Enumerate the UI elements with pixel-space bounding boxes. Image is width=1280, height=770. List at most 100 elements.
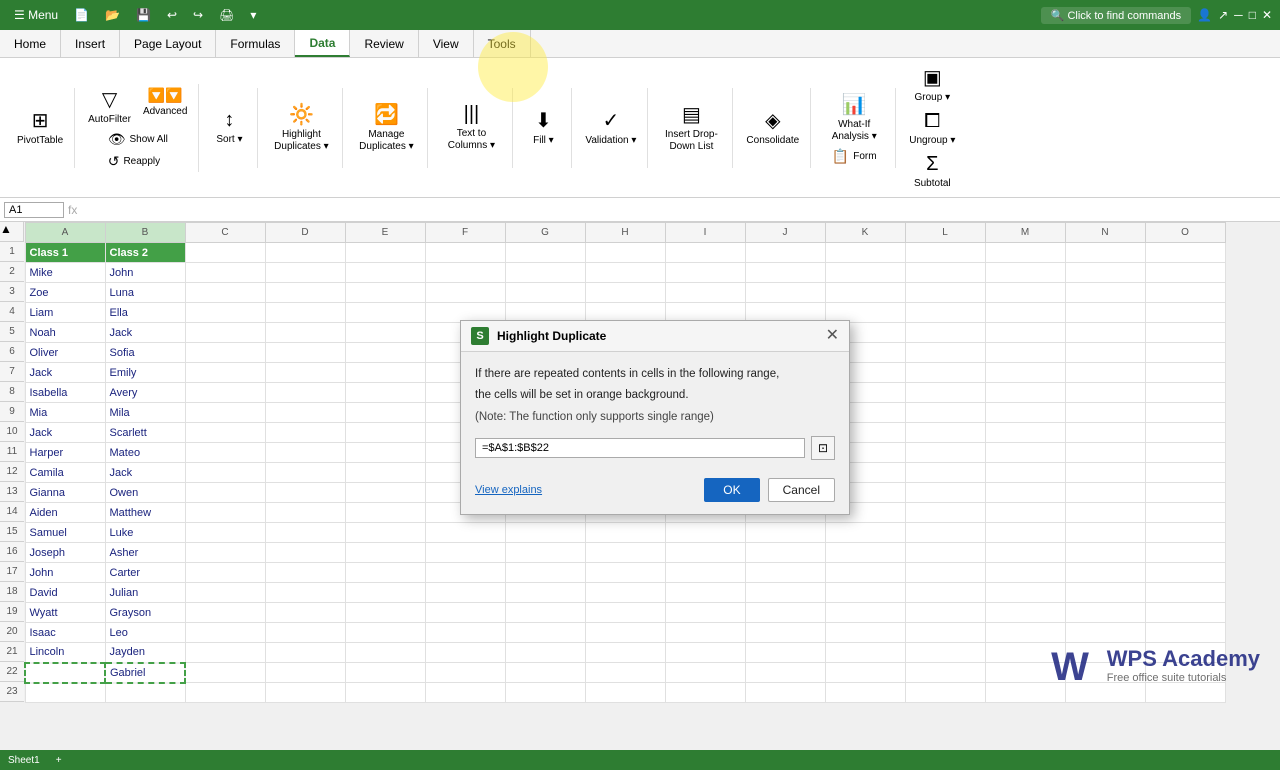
share-icon[interactable]: ↗ bbox=[1218, 8, 1228, 22]
consolidate-button[interactable]: ◈ Consolidate bbox=[741, 105, 804, 150]
col-header-i[interactable]: I bbox=[665, 223, 745, 243]
advanced-filter-button[interactable]: 🔽🔽 Advanced bbox=[138, 84, 192, 129]
new-button[interactable]: 📄 bbox=[68, 6, 95, 24]
col-header-e[interactable]: E bbox=[345, 223, 425, 243]
highlight-duplicates-button[interactable]: 🔆 Highlight Duplicates ▾ bbox=[266, 99, 336, 156]
col-header-c[interactable]: C bbox=[185, 223, 265, 243]
cell-a11[interactable]: Harper bbox=[25, 443, 105, 463]
row-header-3[interactable]: 3 bbox=[0, 282, 24, 302]
group-button[interactable]: ▣ Group ▾ bbox=[910, 62, 956, 107]
menu-bar[interactable]: ☰ Menu 📄 📂 💾 ↩ ↪ 🖨 ▾ bbox=[8, 6, 262, 24]
row-header-2[interactable]: 2 bbox=[0, 262, 24, 282]
row-header-22[interactable]: 22 bbox=[0, 662, 24, 682]
whatif-button[interactable]: 📊 What-If Analysis ▾ bbox=[819, 89, 889, 146]
cell-b6[interactable]: Sofia bbox=[105, 343, 185, 363]
cell-a12[interactable]: Camila bbox=[25, 463, 105, 483]
col-header-g[interactable]: G bbox=[505, 223, 585, 243]
col-header-f[interactable]: F bbox=[425, 223, 505, 243]
cell-b4[interactable]: Ella bbox=[105, 303, 185, 323]
cell-a22[interactable] bbox=[25, 663, 105, 683]
pivot-table-button[interactable]: ⊞ PivotTable bbox=[12, 105, 68, 150]
form-button[interactable]: 📋 Form bbox=[828, 146, 881, 167]
cell-b9[interactable]: Mila bbox=[105, 403, 185, 423]
cell-a1[interactable]: Class 1 bbox=[25, 243, 105, 263]
cell-b7[interactable]: Emily bbox=[105, 363, 185, 383]
cell-b17[interactable]: Carter bbox=[105, 563, 185, 583]
cell-a7[interactable]: Jack bbox=[25, 363, 105, 383]
cell-b11[interactable]: Mateo bbox=[105, 443, 185, 463]
dialog-close-button[interactable]: ✕ bbox=[826, 328, 839, 344]
cell-b21[interactable]: Jayden bbox=[105, 643, 185, 663]
row-header-14[interactable]: 14 bbox=[0, 502, 24, 522]
view-explains-button[interactable]: View explains bbox=[475, 484, 542, 496]
row-header-13[interactable]: 13 bbox=[0, 482, 24, 502]
tab-home[interactable]: Home bbox=[0, 30, 61, 57]
cell-b16[interactable]: Asher bbox=[105, 543, 185, 563]
sheet-tab[interactable]: Sheet1 bbox=[8, 755, 40, 766]
cell-a18[interactable]: David bbox=[25, 583, 105, 603]
tab-pagelayout[interactable]: Page Layout bbox=[120, 30, 216, 57]
print-button[interactable]: 🖨 bbox=[213, 6, 240, 24]
tab-formulas[interactable]: Formulas bbox=[216, 30, 295, 57]
search-box[interactable]: 🔍 Click to find commands bbox=[1041, 7, 1191, 24]
insert-dropdown-button[interactable]: ▤ Insert Drop-Down List bbox=[656, 99, 726, 156]
row-header-8[interactable]: 8 bbox=[0, 382, 24, 402]
row-header-4[interactable]: 4 bbox=[0, 302, 24, 322]
open-button[interactable]: 📂 bbox=[99, 6, 126, 24]
sort-button[interactable]: ↕ Sort ▾ bbox=[207, 106, 251, 149]
highlight-duplicate-dialog[interactable]: S Highlight Duplicate ✕ If there are rep… bbox=[460, 320, 850, 515]
cell-b12[interactable]: Jack bbox=[105, 463, 185, 483]
row-header-10[interactable]: 10 bbox=[0, 422, 24, 442]
col-header-k[interactable]: K bbox=[825, 223, 905, 243]
cell-b18[interactable]: Julian bbox=[105, 583, 185, 603]
cell-b5[interactable]: Jack bbox=[105, 323, 185, 343]
cell-c1[interactable] bbox=[185, 243, 265, 263]
reapply-button[interactable]: ↺ Reapply bbox=[104, 151, 172, 172]
autofilter-button[interactable]: ▽ AutoFilter bbox=[83, 84, 136, 129]
minimize-button[interactable]: ─ bbox=[1234, 8, 1243, 22]
cell-a9[interactable]: Mia bbox=[25, 403, 105, 423]
cell-b23[interactable] bbox=[105, 683, 185, 703]
user-icon[interactable]: 👤 bbox=[1197, 8, 1212, 22]
cell-b13[interactable]: Owen bbox=[105, 483, 185, 503]
cell-a17[interactable]: John bbox=[25, 563, 105, 583]
col-header-a[interactable]: A bbox=[25, 223, 105, 243]
cell-b3[interactable]: Luna bbox=[105, 283, 185, 303]
cell-b20[interactable]: Leo bbox=[105, 623, 185, 643]
row-header-11[interactable]: 11 bbox=[0, 442, 24, 462]
cell-b8[interactable]: Avery bbox=[105, 383, 185, 403]
cell-a14[interactable]: Aiden bbox=[25, 503, 105, 523]
subtotal-button[interactable]: Σ Subtotal bbox=[909, 150, 956, 193]
row-header-17[interactable]: 17 bbox=[0, 562, 24, 582]
fill-button[interactable]: ⬇ Fill ▾ bbox=[521, 105, 565, 150]
cell-a5[interactable]: Noah bbox=[25, 323, 105, 343]
cell-b2[interactable]: John bbox=[105, 263, 185, 283]
dialog-range-selector-button[interactable]: ⊡ bbox=[811, 436, 835, 460]
cell-a15[interactable]: Samuel bbox=[25, 523, 105, 543]
tab-insert[interactable]: Insert bbox=[61, 30, 120, 57]
tab-view[interactable]: View bbox=[419, 30, 474, 57]
cell-a13[interactable]: Gianna bbox=[25, 483, 105, 503]
formula-input[interactable] bbox=[81, 204, 1276, 216]
validation-button[interactable]: ✓ Validation ▾ bbox=[580, 105, 641, 150]
manage-duplicates-button[interactable]: 🔁 Manage Duplicates ▾ bbox=[351, 99, 421, 156]
cell-b22[interactable]: Gabriel bbox=[105, 663, 185, 683]
row-header-15[interactable]: 15 bbox=[0, 522, 24, 542]
dialog-range-input[interactable] bbox=[475, 438, 805, 458]
cell-b1[interactable]: Class 2 bbox=[105, 243, 185, 263]
cell-a3[interactable]: Zoe bbox=[25, 283, 105, 303]
cell-a4[interactable]: Liam bbox=[25, 303, 105, 323]
cell-ref-input[interactable] bbox=[4, 202, 64, 218]
add-sheet-button[interactable]: + bbox=[56, 755, 62, 766]
row-header-6[interactable]: 6 bbox=[0, 342, 24, 362]
col-header-o[interactable]: O bbox=[1145, 223, 1225, 243]
row-header-23[interactable]: 23 bbox=[0, 682, 24, 702]
col-header-d[interactable]: D bbox=[265, 223, 345, 243]
undo-button[interactable]: ↩ bbox=[161, 6, 183, 24]
cell-a23[interactable] bbox=[25, 683, 105, 703]
col-header-j[interactable]: J bbox=[745, 223, 825, 243]
row-header-1[interactable]: 1 bbox=[0, 242, 24, 262]
cell-a16[interactable]: Joseph bbox=[25, 543, 105, 563]
close-button[interactable]: ✕ bbox=[1262, 8, 1272, 22]
col-header-m[interactable]: M bbox=[985, 223, 1065, 243]
